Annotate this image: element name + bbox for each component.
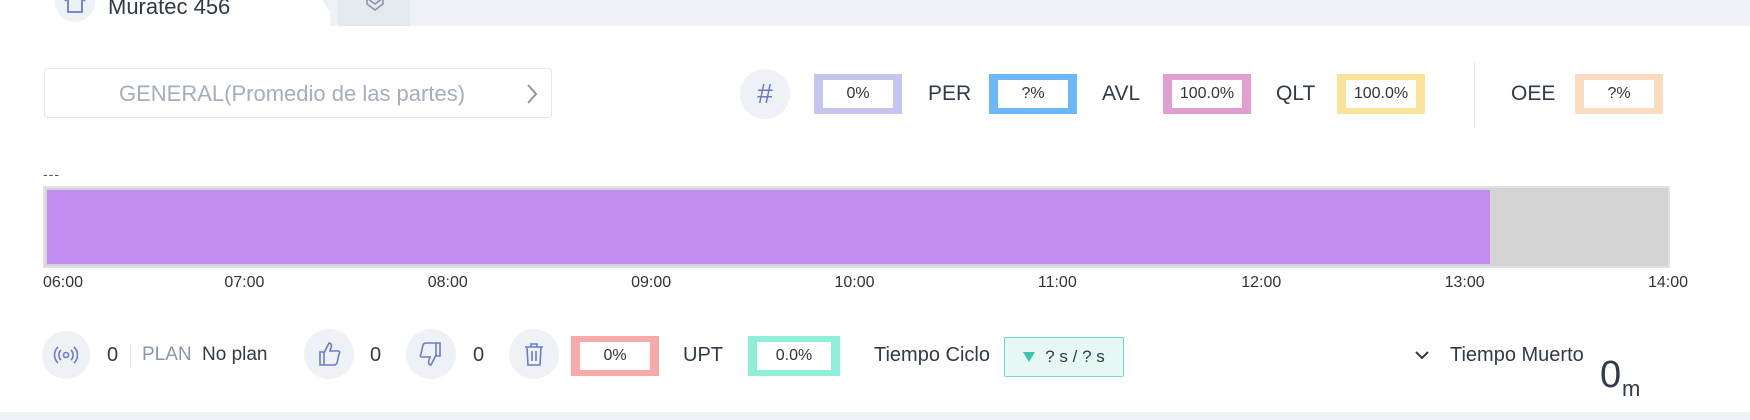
dead-time-label: Tiempo Muerto	[1450, 344, 1584, 366]
timeline-tick-label: 14:00	[1648, 274, 1689, 291]
oee-metric-box: ?%	[1575, 74, 1663, 114]
metrics-divider	[1474, 62, 1475, 128]
part-selector-label: GENERAL(Promedio de las partes)	[119, 81, 466, 106]
bad-count: 0	[473, 344, 485, 366]
cycle-time-box[interactable]: ? s / ? s	[1004, 337, 1124, 377]
main-panel: GENERAL(Promedio de las partes) # 0% PER…	[0, 26, 1750, 412]
hexagon-icon[interactable]	[364, 0, 386, 17]
upt-label: UPT	[683, 344, 723, 366]
chevron-right-icon	[525, 83, 539, 110]
qlt-label: QLT	[1276, 82, 1316, 105]
per-metric-box: ?%	[989, 74, 1077, 114]
dead-time-value: 0	[1600, 354, 1622, 396]
upt-metric-value: 0.0%	[757, 342, 831, 370]
qlt-metric-box: 100.0%	[1337, 74, 1425, 114]
dead-time-unit: m	[1622, 376, 1641, 401]
qlt-metric-value: 100.0%	[1346, 80, 1416, 108]
count-metric-box: 0%	[814, 74, 902, 114]
count-metric-value: 0%	[823, 80, 893, 108]
timeline-tick-label: 13:00	[1444, 274, 1485, 291]
timeline-tick-label: 12:00	[1241, 274, 1282, 291]
scrap-metric-value: 0%	[580, 342, 650, 370]
oee-metric-value: ?%	[1584, 80, 1654, 108]
oee-label: OEE	[1511, 82, 1556, 105]
timeline-tick-label: 11:00	[1037, 274, 1077, 291]
cycle-time-value: ? s / ? s	[1045, 347, 1105, 366]
plan-divider	[130, 344, 131, 368]
thumbs-down-icon[interactable]	[406, 329, 456, 379]
ciclo-label: Tiempo Ciclo	[874, 344, 990, 366]
chevron-down-icon[interactable]	[1414, 348, 1430, 366]
thumbs-up-icon[interactable]	[304, 329, 354, 379]
signal-count: 0	[107, 344, 119, 366]
plan-label: PLAN	[142, 344, 192, 365]
timeline-tick-label: 10:00	[834, 274, 875, 291]
timeline-placeholder: ---	[43, 166, 60, 182]
timeline-tick-label: 08:00	[427, 274, 468, 291]
avl-metric-value: 100.0%	[1172, 80, 1242, 108]
part-selector[interactable]: GENERAL(Promedio de las partes)	[44, 68, 552, 118]
hash-icon[interactable]: #	[740, 69, 790, 119]
plan-value: No plan	[202, 344, 268, 365]
good-count: 0	[370, 344, 382, 366]
avl-metric-box: 100.0%	[1163, 74, 1251, 114]
scrap-metric-box: 0%	[571, 336, 659, 376]
machine-name: Muratec 456	[108, 0, 231, 19]
timeline-tick-label: 07:00	[224, 274, 265, 291]
triangle-down-icon	[1023, 352, 1036, 362]
per-metric-value: ?%	[998, 80, 1068, 108]
per-label: PER	[928, 82, 972, 105]
timeline-tick-label: 06:00	[43, 274, 84, 291]
upt-metric-box: 0.0%	[748, 336, 840, 376]
signal-icon[interactable]	[42, 331, 90, 379]
timeline-tick-label: 09:00	[631, 274, 672, 291]
timeline-fill-bar[interactable]	[47, 190, 1490, 264]
avl-label: AVL	[1102, 82, 1141, 105]
timeline-track[interactable]	[43, 186, 1670, 268]
bottom-strip	[0, 412, 1750, 420]
trash-icon[interactable]	[509, 329, 559, 379]
